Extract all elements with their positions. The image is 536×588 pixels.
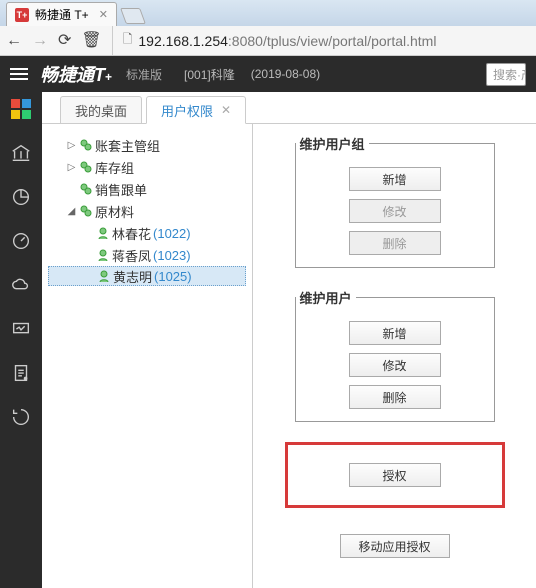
group-icon	[79, 138, 93, 152]
action-panel: 维护用户组 新增 修改 删除 维护用户 新增 修改 删除 授权 移动应用授权	[252, 124, 536, 588]
trash-icon[interactable]: 🗑	[81, 33, 101, 49]
tree-group-material[interactable]: ◢ 原材料	[48, 200, 246, 222]
tree-group-admin[interactable]: ▷ 账套主管组	[48, 134, 246, 156]
authorize-button[interactable]: 授权	[349, 463, 441, 487]
apps-icon[interactable]	[10, 98, 32, 120]
expand-icon[interactable]: ▷	[66, 140, 77, 151]
brand-logo: 畅捷通T+	[40, 61, 112, 87]
group-delete-button[interactable]: 删除	[349, 231, 441, 255]
user-legend: 维护用户	[296, 288, 356, 307]
mobile-authorize-button[interactable]: 移动应用授权	[340, 534, 450, 558]
tab-desktop[interactable]: 我的桌面	[60, 96, 142, 124]
monitor-icon[interactable]	[10, 318, 32, 340]
user-tree: ▷ 账套主管组 ▷ 库存组 销售跟单 ◢	[42, 124, 252, 588]
history-icon[interactable]	[10, 406, 32, 428]
pie-icon[interactable]	[10, 186, 32, 208]
org-label: [001]科隆	[184, 66, 235, 83]
reload-button[interactable]: ⟳	[58, 33, 71, 49]
tab-strip: 我的桌面 用户权限✕	[42, 92, 536, 124]
user-icon	[96, 226, 110, 240]
url-host: 192.168.1.254	[138, 33, 228, 49]
url-path: :8080/tplus/view/portal/portal.html	[228, 33, 437, 49]
menu-icon[interactable]	[10, 68, 28, 80]
user-delete-button[interactable]: 删除	[349, 385, 441, 409]
sidebar	[0, 92, 42, 588]
group-legend: 维护用户组	[296, 134, 369, 153]
group-icon	[79, 204, 93, 218]
user-new-button[interactable]: 新增	[349, 321, 441, 345]
search-input[interactable]: 搜索·产	[486, 63, 526, 86]
browser-tab[interactable]: T+ 畅捷通 T+ ✕	[6, 2, 117, 26]
collapse-icon[interactable]: ◢	[66, 206, 77, 217]
back-button[interactable]: ←	[6, 33, 22, 49]
gauge-icon[interactable]	[10, 230, 32, 252]
new-tab-button[interactable]	[120, 8, 146, 24]
app-favicon: T+	[15, 8, 29, 22]
tree-user[interactable]: 林春花(1022)	[48, 222, 246, 244]
browser-tab-strip: T+ 畅捷通 T+ ✕	[0, 0, 536, 26]
group-edit-button[interactable]: 修改	[349, 199, 441, 223]
group-maintenance: 维护用户组 新增 修改 删除	[295, 134, 495, 268]
user-icon	[96, 248, 110, 262]
user-maintenance: 维护用户 新增 修改 删除	[295, 288, 495, 422]
edition-label: 标准版	[126, 66, 162, 83]
tree-user[interactable]: 蒋香凤(1023)	[48, 244, 246, 266]
group-icon	[79, 182, 93, 196]
tree-user-selected[interactable]: 黄志明(1025)	[48, 266, 246, 286]
app-header: 畅捷通T+ 标准版 [001]科隆 (2019-08-08) 搜索·产	[0, 56, 536, 92]
tab-user-perm[interactable]: 用户权限✕	[146, 96, 246, 124]
tab-title: 畅捷通 T+	[35, 6, 89, 23]
tree-group-sales[interactable]: 销售跟单	[48, 178, 246, 200]
user-edit-button[interactable]: 修改	[349, 353, 441, 377]
expand-icon[interactable]: ▷	[66, 162, 77, 173]
authorize-highlight: 授权	[285, 442, 505, 508]
user-icon	[97, 269, 111, 283]
tree-group-stock[interactable]: ▷ 库存组	[48, 156, 246, 178]
url-bar[interactable]: 🗋 192.168.1.254:8080/tplus/view/portal/p…	[112, 26, 530, 55]
forward-button[interactable]: →	[32, 33, 48, 49]
close-icon[interactable]: ✕	[221, 103, 231, 117]
group-icon	[79, 160, 93, 174]
document-icon[interactable]	[10, 362, 32, 384]
browser-toolbar: ← → ⟳ 🗑 🗋 192.168.1.254:8080/tplus/view/…	[0, 26, 536, 56]
bank-icon[interactable]	[10, 142, 32, 164]
cloud-icon[interactable]	[10, 274, 32, 296]
group-new-button[interactable]: 新增	[349, 167, 441, 191]
close-icon[interactable]: ✕	[99, 8, 108, 21]
page-icon: 🗋	[123, 30, 133, 51]
date-label: (2019-08-08)	[251, 67, 320, 81]
